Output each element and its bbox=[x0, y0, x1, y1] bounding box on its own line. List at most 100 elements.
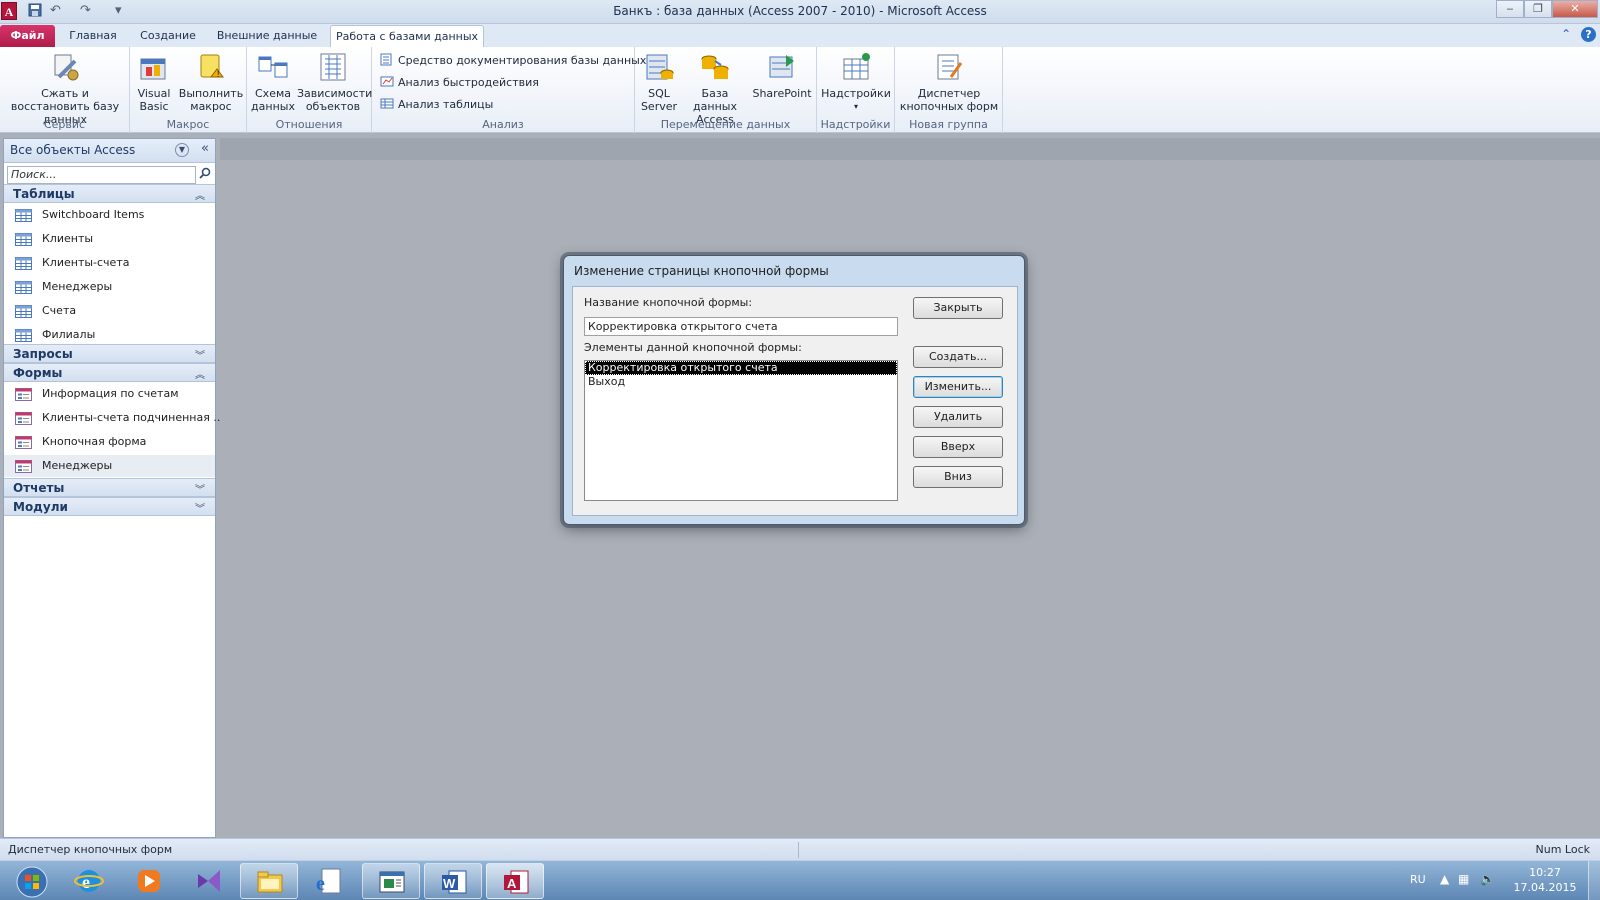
restore-button[interactable]: ❐ bbox=[1524, 0, 1552, 18]
table-icon bbox=[15, 281, 32, 294]
volume-icon[interactable]: 🔈 bbox=[1480, 872, 1495, 886]
group-move-data: SQL Server База данных Access SharePoint… bbox=[635, 47, 817, 133]
relationships-button[interactable]: Схема данных bbox=[251, 51, 295, 113]
chevron-down-icon[interactable]: ▼ bbox=[175, 143, 189, 157]
clock[interactable]: 10:27 17.04.2015 bbox=[1510, 865, 1580, 895]
visual-basic-button[interactable]: Visual Basic bbox=[134, 51, 174, 113]
addins-button[interactable]: Надстройки ▾ bbox=[821, 51, 891, 113]
group-label-new: Новая группа bbox=[909, 118, 988, 131]
access-database-button[interactable]: База данных Access bbox=[681, 51, 749, 126]
move-up-button[interactable]: Вверх bbox=[913, 436, 1003, 458]
minimize-ribbon-icon[interactable]: ⌃ bbox=[1561, 27, 1571, 41]
list-item[interactable]: Корректировка открытого счета bbox=[585, 361, 897, 375]
network-icon[interactable]: ▦ bbox=[1458, 872, 1469, 886]
nav-pane-title: Все объекты Access bbox=[10, 143, 136, 157]
svg-text:e: e bbox=[316, 873, 325, 895]
delete-button[interactable]: Удалить bbox=[913, 406, 1003, 428]
performance-icon bbox=[380, 76, 394, 87]
section-forms[interactable]: Формы ︽ bbox=[4, 363, 215, 382]
status-bar: Диспетчер кнопочных форм Num Lock bbox=[0, 838, 1600, 860]
tab-home[interactable]: Главная bbox=[62, 25, 124, 47]
close-button[interactable]: Закрыть bbox=[913, 297, 1003, 319]
taskbar-word[interactable]: W bbox=[424, 863, 482, 899]
nav-item-clients-accounts[interactable]: Клиенты-счета bbox=[4, 252, 215, 274]
create-button[interactable]: Создать... bbox=[913, 346, 1003, 368]
compact-repair-icon bbox=[54, 54, 79, 81]
windows-logo-icon bbox=[16, 866, 48, 898]
nav-item-account-info-form[interactable]: Информация по счетам bbox=[4, 383, 215, 405]
nav-item-branches[interactable]: Филиалы bbox=[4, 324, 215, 346]
taskbar-ie[interactable]: e bbox=[60, 863, 118, 899]
svg-text:e: e bbox=[82, 872, 90, 892]
double-chevron-left-icon[interactable]: « bbox=[201, 141, 209, 156]
visual-basic-icon bbox=[140, 58, 166, 80]
nav-search-input[interactable]: Поиск... bbox=[7, 166, 196, 184]
nav-item-switchboard-form[interactable]: Кнопочная форма bbox=[4, 431, 215, 453]
windows-taskbar: e e W A RU ▲ ▦ 🔈 10:27 17.04.2015 bbox=[0, 860, 1600, 900]
database-documenter-button[interactable]: Средство документирования базы данных bbox=[380, 53, 646, 67]
form-icon bbox=[15, 412, 32, 425]
tab-file[interactable]: Файл bbox=[0, 25, 55, 47]
taskbar-presentation[interactable] bbox=[362, 863, 420, 899]
sharepoint-button[interactable]: SharePoint bbox=[751, 51, 813, 100]
object-dependencies-icon bbox=[320, 53, 346, 81]
nav-item-managers-form[interactable]: Менеджеры bbox=[4, 455, 215, 477]
svg-text:A: A bbox=[507, 876, 517, 891]
switchboard-name-input[interactable]: Корректировка открытого счета bbox=[584, 317, 898, 336]
section-tables[interactable]: Таблицы ︽ bbox=[4, 184, 215, 203]
edit-switchboard-page-dialog: Изменение страницы кнопочной формы Назва… bbox=[563, 255, 1025, 525]
switchboard-manager-button[interactable]: Диспетчер кнопочных форм bbox=[897, 51, 1001, 113]
analyze-performance-button[interactable]: Анализ быстродействия bbox=[380, 75, 539, 89]
sql-server-icon bbox=[646, 54, 674, 80]
nav-item-managers-table[interactable]: Менеджеры bbox=[4, 276, 215, 298]
tab-external-data[interactable]: Внешние данные bbox=[212, 25, 322, 47]
compact-repair-button[interactable]: Сжать и восстановить базу данных bbox=[2, 51, 128, 126]
chevron-up-icon: ︽ bbox=[195, 370, 205, 381]
nav-item-clients-accounts-subform[interactable]: Клиенты-счета подчиненная ... bbox=[4, 407, 224, 429]
move-down-button[interactable]: Вниз bbox=[913, 466, 1003, 488]
close-window-button[interactable]: ✕ bbox=[1552, 0, 1598, 18]
sql-server-button[interactable]: SQL Server bbox=[639, 51, 679, 113]
nav-item-switchboard-items[interactable]: Switchboard Items bbox=[4, 204, 215, 226]
group-label-addins: Надстройки bbox=[820, 118, 891, 131]
access-icon: A bbox=[504, 870, 529, 894]
nav-pane-header[interactable]: Все объекты Access ▼ « bbox=[4, 139, 215, 163]
analyze-table-button[interactable]: Анализ таблицы bbox=[380, 97, 493, 111]
taskbar-access[interactable]: A bbox=[486, 863, 544, 899]
word-icon: W bbox=[442, 870, 467, 894]
status-text: Диспетчер кнопочных форм bbox=[8, 843, 173, 856]
language-indicator[interactable]: RU bbox=[1410, 873, 1426, 886]
tab-database-tools[interactable]: Работа с базами данных bbox=[330, 25, 484, 47]
switchboard-items-list[interactable]: Корректировка открытого счета Выход bbox=[584, 360, 898, 501]
dialog-title: Изменение страницы кнопочной формы bbox=[574, 264, 829, 278]
chevron-down-icon: ▾ bbox=[853, 102, 858, 111]
access-database-icon bbox=[701, 55, 729, 79]
taskbar-ie-document[interactable]: e bbox=[300, 863, 358, 899]
nav-item-clients[interactable]: Клиенты bbox=[4, 228, 215, 250]
tab-create[interactable]: Создание bbox=[132, 25, 204, 47]
taskbar-visual-studio[interactable] bbox=[180, 863, 238, 899]
search-icon[interactable] bbox=[199, 167, 211, 182]
start-button[interactable] bbox=[2, 863, 54, 899]
object-dependencies-button[interactable]: Зависимости объектов bbox=[297, 51, 372, 113]
list-item[interactable]: Выход bbox=[585, 375, 897, 389]
section-queries[interactable]: Запросы ︾ bbox=[4, 344, 215, 363]
section-modules[interactable]: Модули ︾ bbox=[4, 497, 215, 516]
addins-icon bbox=[843, 53, 870, 80]
table-icon bbox=[15, 233, 32, 246]
minimize-button[interactable]: ‒ bbox=[1496, 0, 1524, 18]
group-macro: Visual Basic ! Выполнить макрос Макрос bbox=[130, 47, 247, 133]
clock-date: 17.04.2015 bbox=[1513, 881, 1577, 894]
chevron-up-icon[interactable]: ▲ bbox=[1440, 872, 1449, 886]
table-icon bbox=[15, 209, 32, 222]
run-macro-button[interactable]: ! Выполнить макрос bbox=[178, 51, 244, 113]
clock-time: 10:27 bbox=[1529, 866, 1561, 879]
nav-item-accounts[interactable]: Счета bbox=[4, 300, 215, 322]
form-icon bbox=[15, 460, 32, 473]
taskbar-explorer[interactable] bbox=[240, 863, 298, 899]
edit-button[interactable]: Изменить... bbox=[913, 376, 1003, 398]
section-reports[interactable]: Отчеты ︾ bbox=[4, 478, 215, 497]
show-desktop-button[interactable] bbox=[1588, 861, 1600, 900]
taskbar-media-player[interactable] bbox=[120, 863, 178, 899]
help-icon[interactable]: ? bbox=[1581, 27, 1596, 42]
